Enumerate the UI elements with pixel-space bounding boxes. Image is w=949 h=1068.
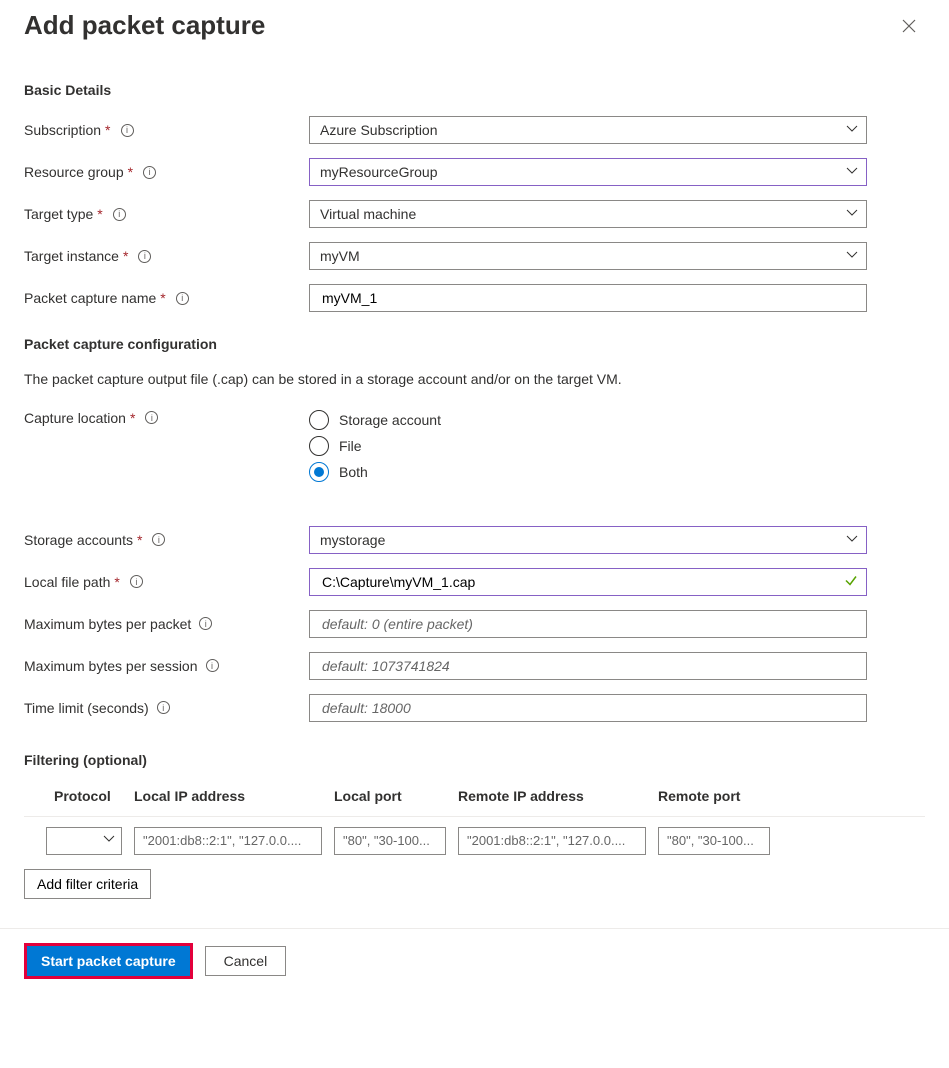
- chevron-down-icon: [103, 833, 115, 848]
- required-indicator: *: [160, 290, 165, 306]
- capture-name-input[interactable]: [320, 289, 856, 307]
- required-indicator: *: [97, 206, 102, 222]
- subscription-value: Azure Subscription: [320, 122, 438, 138]
- storage-accounts-select[interactable]: mystorage: [309, 526, 867, 554]
- chevron-down-icon: [846, 164, 858, 180]
- filter-header-row: Protocol Local IP address Local port Rem…: [24, 788, 925, 810]
- chevron-down-icon: [846, 122, 858, 138]
- start-capture-button[interactable]: Start packet capture: [24, 943, 193, 979]
- chevron-down-icon: [846, 532, 858, 548]
- filter-header-remote-ip: Remote IP address: [452, 788, 652, 804]
- radio-icon: [309, 436, 329, 456]
- section-basic-details: Basic Details: [24, 82, 925, 98]
- info-icon[interactable]: i: [113, 208, 126, 221]
- info-icon[interactable]: i: [206, 659, 219, 672]
- filter-local-ip-wrapper: [134, 827, 322, 855]
- label-target-instance: Target instance: [24, 248, 119, 264]
- filter-remote-port-input[interactable]: [665, 832, 763, 849]
- resource-group-value: myResourceGroup: [320, 164, 438, 180]
- info-icon[interactable]: i: [121, 124, 134, 137]
- resource-group-select[interactable]: myResourceGroup: [309, 158, 867, 186]
- capture-name-input-wrapper: [309, 284, 867, 312]
- target-type-value: Virtual machine: [320, 206, 416, 222]
- filter-local-port-input[interactable]: [341, 832, 439, 849]
- required-indicator: *: [137, 532, 142, 548]
- label-time-limit: Time limit (seconds): [24, 700, 149, 716]
- cancel-button[interactable]: Cancel: [205, 946, 287, 976]
- section-config: Packet capture configuration: [24, 336, 925, 352]
- filter-local-ip-input[interactable]: [141, 832, 315, 849]
- filter-local-port-wrapper: [334, 827, 446, 855]
- storage-accounts-value: mystorage: [320, 532, 385, 548]
- label-max-bytes-packet: Maximum bytes per packet: [24, 616, 191, 632]
- chevron-down-icon: [846, 248, 858, 264]
- subscription-select[interactable]: Azure Subscription: [309, 116, 867, 144]
- label-capture-name: Packet capture name: [24, 290, 156, 306]
- add-filter-button[interactable]: Add filter criteria: [24, 869, 151, 899]
- info-icon[interactable]: i: [143, 166, 156, 179]
- required-indicator: *: [114, 574, 119, 590]
- label-resource-group: Resource group: [24, 164, 124, 180]
- required-indicator: *: [105, 122, 110, 138]
- filter-header-remote-port: Remote port: [652, 788, 776, 804]
- chevron-down-icon: [846, 206, 858, 222]
- required-indicator: *: [130, 410, 135, 426]
- filter-header-protocol: Protocol: [24, 788, 128, 804]
- time-limit-input[interactable]: [320, 699, 856, 717]
- radio-icon: [309, 410, 329, 430]
- info-icon[interactable]: i: [138, 250, 151, 263]
- max-bytes-session-wrapper: [309, 652, 867, 680]
- target-instance-value: myVM: [320, 248, 360, 264]
- page-title: Add packet capture: [24, 10, 265, 41]
- radio-label: Storage account: [339, 412, 441, 428]
- radio-label: File: [339, 438, 362, 454]
- label-max-bytes-session: Maximum bytes per session: [24, 658, 198, 674]
- radio-icon: [309, 462, 329, 482]
- radio-both[interactable]: Both: [309, 462, 867, 482]
- filter-protocol-select[interactable]: [46, 827, 122, 855]
- time-limit-wrapper: [309, 694, 867, 722]
- checkmark-icon: [844, 573, 858, 590]
- filter-remote-port-wrapper: [658, 827, 770, 855]
- info-icon[interactable]: i: [157, 701, 170, 714]
- max-bytes-session-input[interactable]: [320, 657, 856, 675]
- max-bytes-packet-wrapper: [309, 610, 867, 638]
- info-icon[interactable]: i: [130, 575, 143, 588]
- max-bytes-packet-input[interactable]: [320, 615, 856, 633]
- radio-storage-account[interactable]: Storage account: [309, 410, 867, 430]
- label-target-type: Target type: [24, 206, 93, 222]
- close-icon: [902, 19, 916, 33]
- filter-remote-ip-wrapper: [458, 827, 646, 855]
- label-storage-accounts: Storage accounts: [24, 532, 133, 548]
- local-file-path-wrapper: [309, 568, 867, 596]
- filter-remote-ip-input[interactable]: [465, 832, 639, 849]
- label-subscription: Subscription: [24, 122, 101, 138]
- radio-label: Both: [339, 464, 368, 480]
- target-type-select[interactable]: Virtual machine: [309, 200, 867, 228]
- section-filtering: Filtering (optional): [24, 752, 925, 768]
- label-local-file-path: Local file path: [24, 574, 110, 590]
- label-capture-location: Capture location: [24, 410, 126, 426]
- local-file-path-input[interactable]: [320, 573, 856, 591]
- required-indicator: *: [128, 164, 133, 180]
- required-indicator: *: [123, 248, 128, 264]
- target-instance-select[interactable]: myVM: [309, 242, 867, 270]
- info-icon[interactable]: i: [152, 533, 165, 546]
- info-icon[interactable]: i: [145, 411, 158, 424]
- filter-header-local-ip: Local IP address: [128, 788, 328, 804]
- filter-header-local-port: Local port: [328, 788, 452, 804]
- config-note: The packet capture output file (.cap) ca…: [24, 370, 925, 390]
- info-icon[interactable]: i: [199, 617, 212, 630]
- close-button[interactable]: [893, 10, 925, 42]
- radio-file[interactable]: File: [309, 436, 867, 456]
- info-icon[interactable]: i: [176, 292, 189, 305]
- filter-row: [24, 816, 925, 855]
